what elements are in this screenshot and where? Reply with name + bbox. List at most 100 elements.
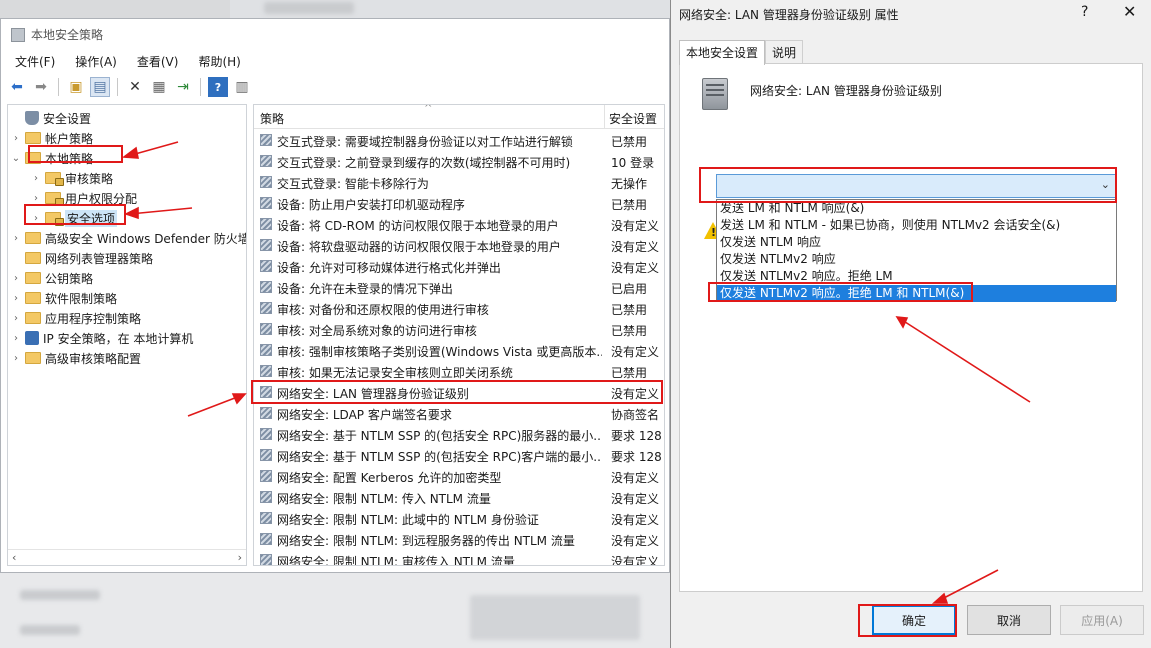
chevron-right-icon[interactable]: › — [30, 193, 42, 204]
background-desktop-blur — [20, 590, 100, 600]
policy-row[interactable]: 设备: 防止用户安装打印机驱动程序 已禁用 — [254, 193, 664, 214]
chevron-right-icon[interactable]: › — [10, 333, 22, 344]
policy-name-cell: 网络安全: 基于 NTLM SSP 的(包括安全 RPC)客户端的最小... — [277, 450, 602, 464]
chevron-right-icon[interactable]: › — [30, 173, 42, 184]
menu-action[interactable]: 操作(A) — [61, 53, 123, 71]
policy-row[interactable]: 交互式登录: 需要域控制器身份验证以对工作站进行解锁 已禁用 — [254, 130, 664, 151]
policy-row[interactable]: 设备: 将 CD-ROM 的访问权限仅限于本地登录的用户 没有定义 — [254, 214, 664, 235]
help-question-icon[interactable]: ? — [1081, 4, 1088, 20]
policy-setting-cell: 已禁用 — [611, 303, 648, 317]
policy-setting-cell: 无操作 — [611, 177, 648, 191]
policy-row[interactable]: 交互式登录: 智能卡移除行为 无操作 — [254, 172, 664, 193]
policy-setting-cell: 已启用 — [611, 282, 648, 296]
tree-item-app-control[interactable]: › 应用程序控制策略 — [10, 308, 141, 328]
policy-row[interactable]: 审核: 对全局系统对象的访问进行审核 已禁用 — [254, 319, 664, 340]
policy-icon — [260, 428, 272, 440]
policy-icon — [260, 218, 272, 230]
policy-row[interactable]: 网络安全: 基于 NTLM SSP 的(包括安全 RPC)客户端的最小... 要求… — [254, 445, 664, 466]
chevron-right-icon[interactable]: › — [10, 233, 22, 244]
tree-item-label: 网络列表管理器策略 — [45, 251, 154, 266]
policy-row[interactable]: 网络安全: 限制 NTLM: 到远程服务器的传出 NTLM 流量 没有定义 — [254, 529, 664, 550]
policy-name-cell: 交互式登录: 需要域控制器身份验证以对工作站进行解锁 — [277, 135, 573, 149]
policy-icon — [260, 323, 272, 335]
dropdown-option[interactable]: 仅发送 NTLMv2 响应 — [717, 251, 1116, 268]
policy-icon — [260, 407, 272, 419]
local-security-policy-window: 本地安全策略 文件(F) 操作(A) 查看(V) 帮助(H) ⬅ ➡ ▣ ▤ ✕… — [0, 18, 670, 573]
chevron-down-icon[interactable]: ⌄ — [1101, 178, 1110, 191]
policy-setting-cell: 已禁用 — [611, 135, 648, 149]
chevron-right-icon[interactable]: › — [30, 213, 42, 224]
policy-row[interactable]: 设备: 允许在未登录的情况下弹出 已启用 — [254, 277, 664, 298]
chevron-right-icon[interactable]: › — [10, 313, 22, 324]
properties-icon[interactable]: ▦ — [149, 77, 169, 97]
show-hide-tree-icon[interactable]: ▤ — [90, 77, 110, 97]
scroll-right-icon[interactable]: › — [238, 551, 242, 564]
dropdown-option[interactable]: 仅发送 NTLMv2 响应。拒绝 LM — [717, 268, 1116, 285]
policy-row[interactable]: 网络安全: 基于 NTLM SSP 的(包括安全 RPC)服务器的最小... 要求… — [254, 424, 664, 445]
ok-button[interactable]: 确定 — [872, 605, 956, 635]
cancel-button[interactable]: 取消 — [967, 605, 1051, 635]
policy-row[interactable]: 网络安全: 配置 Kerberos 允许的加密类型 没有定义 — [254, 466, 664, 487]
policy-name-cell: 设备: 将 CD-ROM 的访问权限仅限于本地登录的用户 — [277, 219, 559, 233]
up-folder-icon[interactable]: ▣ — [66, 77, 86, 97]
policy-name-cell: 审核: 强制审核策略子类别设置(Windows Vista 或更高版本... — [277, 345, 602, 359]
tree-item-software-restriction[interactable]: › 软件限制策略 — [10, 288, 117, 308]
tree-item-account-policies[interactable]: › 帐户策略 — [10, 128, 93, 148]
dropdown-option-selected[interactable]: 仅发送 NTLMv2 响应。拒绝 LM 和 NTLM(&) — [717, 285, 1116, 302]
chevron-right-icon[interactable]: › — [10, 273, 22, 284]
policy-name-cell: 审核: 如果无法记录安全审核则立即关闭系统 — [277, 366, 513, 380]
export-list-icon[interactable]: ⇥ — [173, 77, 193, 97]
dropdown-option[interactable]: 仅发送 NTLM 响应 — [717, 234, 1116, 251]
policy-row[interactable]: 网络安全: 限制 NTLM: 审核传入 NTLM 流量 没有定义 — [254, 550, 664, 565]
chevron-right-icon[interactable]: › — [10, 293, 22, 304]
policy-name-cell: 设备: 将软盘驱动器的访问权限仅限于本地登录的用户 — [277, 240, 561, 254]
policy-row-lan-manager-auth-level[interactable]: 网络安全: LAN 管理器身份验证级别 没有定义 — [254, 382, 664, 403]
close-icon[interactable]: ✕ — [1123, 2, 1136, 21]
scroll-left-icon[interactable]: ‹ — [12, 551, 16, 564]
policy-row[interactable]: 网络安全: 限制 NTLM: 传入 NTLM 流量 没有定义 — [254, 487, 664, 508]
delete-icon[interactable]: ✕ — [125, 77, 145, 97]
chevron-right-icon[interactable]: › — [10, 133, 22, 144]
console-tree-icon[interactable]: ▥ — [232, 77, 252, 97]
tree-item-advanced-audit[interactable]: › 高级审核策略配置 — [10, 348, 141, 368]
tree-item-security-options[interactable]: › 安全选项 — [30, 208, 118, 228]
policy-row[interactable]: 交互式登录: 之前登录到缓存的次数(域控制器不可用时) 10 登录 — [254, 151, 664, 172]
tree-item-label: 软件限制策略 — [45, 291, 118, 306]
tree-item-ip-security[interactable]: › IP 安全策略，在 本地计算机 — [10, 328, 193, 348]
tree-item-public-key[interactable]: › 公钥策略 — [10, 268, 93, 288]
tree-item-local-policies[interactable]: ⌄ 本地策略 — [10, 148, 93, 168]
policy-name-cell: 网络安全: 限制 NTLM: 此域中的 NTLM 身份验证 — [277, 513, 539, 527]
dropdown-option[interactable]: 发送 LM 和 NTLM 响应(&) — [717, 200, 1116, 217]
policy-row[interactable]: 审核: 如果无法记录安全审核则立即关闭系统 已禁用 — [254, 361, 664, 382]
chevron-down-icon[interactable]: ⌄ — [10, 153, 22, 164]
dropdown-option[interactable]: 发送 LM 和 NTLM - 如果已协商，则使用 NTLMv2 会话安全(&) — [717, 217, 1116, 234]
policy-row[interactable]: 设备: 允许对可移动媒体进行格式化并弹出 没有定义 — [254, 256, 664, 277]
auth-level-combobox[interactable]: ⌄ — [716, 174, 1117, 198]
policy-row[interactable]: 审核: 对备份和还原权限的使用进行审核 已禁用 — [254, 298, 664, 319]
back-arrow-icon[interactable]: ⬅ — [7, 77, 27, 97]
tree-item-label: 应用程序控制策略 — [45, 311, 142, 326]
chevron-right-icon[interactable]: › — [10, 353, 22, 364]
tree-item-audit-policy[interactable]: › 审核策略 — [30, 168, 113, 188]
help-icon[interactable]: ? — [208, 77, 228, 97]
forward-arrow-icon[interactable]: ➡ — [31, 77, 51, 97]
menu-help[interactable]: 帮助(H) — [184, 53, 246, 71]
menu-view[interactable]: 查看(V) — [123, 53, 185, 71]
tab-local-security-setting[interactable]: 本地安全设置 — [679, 40, 766, 65]
apply-button[interactable]: 应用(A) — [1060, 605, 1144, 635]
column-divider[interactable] — [604, 105, 605, 129]
menu-file[interactable]: 文件(F) — [1, 53, 61, 71]
policy-row[interactable]: 网络安全: 限制 NTLM: 此域中的 NTLM 身份验证 没有定义 — [254, 508, 664, 529]
policy-name-cell: 交互式登录: 智能卡移除行为 — [277, 177, 429, 191]
tab-explain[interactable]: 说明 — [765, 40, 804, 64]
policy-row[interactable]: 审核: 强制审核策略子类别设置(Windows Vista 或更高版本... 没有… — [254, 340, 664, 361]
tree-horizontal-scrollbar[interactable]: ‹ › — [8, 549, 246, 565]
tree-item-user-rights[interactable]: › 用户权限分配 — [30, 188, 137, 208]
policy-row[interactable]: 网络安全: LDAP 客户端签名要求 协商签名 — [254, 403, 664, 424]
column-header-policy[interactable]: 策略 — [260, 110, 284, 127]
tree-item-security-settings[interactable]: 安全设置 — [10, 108, 91, 128]
policy-row[interactable]: 设备: 将软盘驱动器的访问权限仅限于本地登录的用户 没有定义 — [254, 235, 664, 256]
column-header-setting[interactable]: 安全设置 — [609, 110, 657, 127]
tree-item-defender-firewall[interactable]: › 高级安全 Windows Defender 防火墙 — [10, 228, 246, 248]
tree-item-network-list-manager[interactable]: 网络列表管理器策略 — [10, 248, 153, 268]
